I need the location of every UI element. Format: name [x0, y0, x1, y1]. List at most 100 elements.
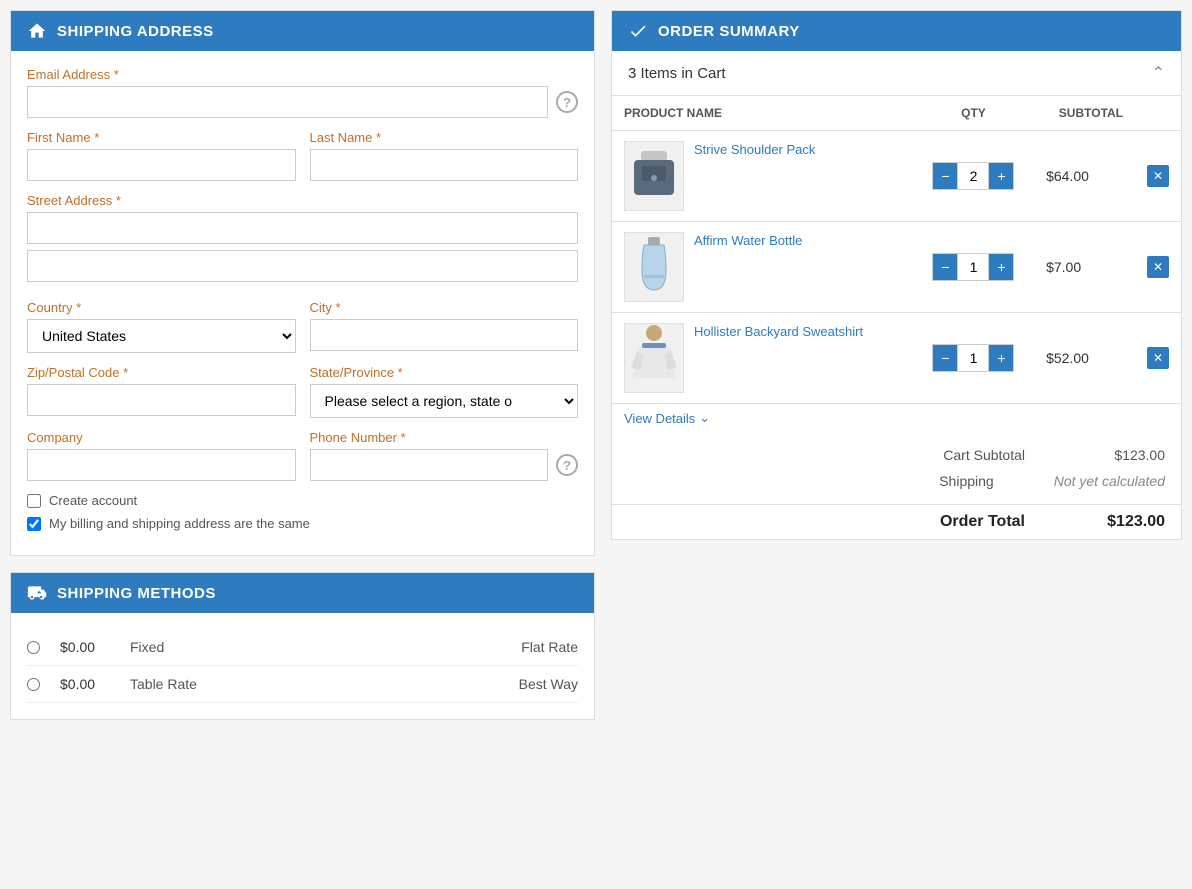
- qty-col-header: QTY: [913, 96, 1034, 131]
- street-address-label: Street Address *: [27, 193, 578, 208]
- truck-icon: [27, 583, 47, 603]
- water-bottle-img: [634, 235, 674, 300]
- cart-table: PRODUCT NAME QTY SUBTOTAL: [612, 96, 1181, 404]
- email-help-icon[interactable]: ?: [556, 91, 578, 113]
- subtotal-col-header: SUBTOTAL: [1034, 96, 1135, 131]
- collapse-icon[interactable]: ⌃: [1152, 63, 1165, 83]
- shipping-name-0: Flat Rate: [521, 639, 578, 655]
- zip-input[interactable]: [27, 384, 296, 416]
- product-name-link-0[interactable]: Strive Shoulder Pack: [694, 142, 815, 157]
- billing-shipping-row: My billing and shipping address are the …: [27, 516, 578, 531]
- company-label: Company: [27, 430, 296, 445]
- shipping-address-header: SHIPPING ADDRESS: [11, 11, 594, 51]
- qty-input-1[interactable]: [957, 254, 989, 280]
- product-image-1: [624, 232, 684, 302]
- city-input[interactable]: [310, 319, 579, 351]
- cart-subtotal-row: Cart Subtotal $123.00: [628, 442, 1165, 468]
- qty-increase-2[interactable]: +: [989, 345, 1013, 371]
- shipping-address-title: SHIPPING ADDRESS: [57, 23, 214, 40]
- product-name-col-header: PRODUCT NAME: [612, 96, 913, 131]
- shipping-row: Shipping Not yet calculated: [628, 468, 1165, 494]
- qty-control-1: − +: [932, 253, 1014, 281]
- shipping-methods-title: SHIPPING METHODS: [57, 585, 216, 602]
- shipping-method-radio-1[interactable]: [27, 678, 40, 691]
- table-row: Affirm Water Bottle − +: [612, 222, 1181, 313]
- company-input[interactable]: [27, 449, 296, 481]
- checkmark-icon: [628, 21, 648, 41]
- product-cell-1: Affirm Water Bottle: [624, 232, 901, 302]
- zip-label: Zip/Postal Code *: [27, 365, 296, 380]
- remove-item-0[interactable]: ✕: [1147, 165, 1169, 187]
- email-label: Email Address *: [27, 67, 578, 82]
- country-label: Country *: [27, 300, 296, 315]
- phone-help-icon[interactable]: ?: [556, 454, 578, 476]
- qty-increase-0[interactable]: +: [989, 163, 1013, 189]
- qty-control-2: − +: [932, 344, 1014, 372]
- first-name-label: First Name *: [27, 130, 296, 145]
- street-address-input-2[interactable]: [27, 250, 578, 282]
- table-row: Strive Shoulder Pack − +: [612, 131, 1181, 222]
- shipping-method-row-0: $0.00 Fixed Flat Rate: [27, 629, 578, 666]
- qty-cell-0: − +: [925, 162, 1022, 190]
- shipping-method-radio-0[interactable]: [27, 641, 40, 654]
- qty-decrease-2[interactable]: −: [933, 345, 957, 371]
- shipping-label: Shipping: [939, 473, 994, 489]
- city-label: City *: [310, 300, 579, 315]
- cart-subtotal-label: Cart Subtotal: [943, 447, 1025, 463]
- order-total-value: $123.00: [1085, 513, 1165, 531]
- order-summary-header: ORDER SUMMARY: [612, 11, 1181, 51]
- country-select[interactable]: United States Canada United Kingdom Aust…: [27, 319, 296, 353]
- remove-item-2[interactable]: ✕: [1147, 347, 1169, 369]
- cart-subtotal-value: $123.00: [1085, 447, 1165, 463]
- shipping-type-0: Fixed: [130, 639, 501, 655]
- chevron-down-icon: ⌄: [699, 410, 710, 426]
- first-name-input[interactable]: [27, 149, 296, 181]
- remove-item-1[interactable]: ✕: [1147, 256, 1169, 278]
- shipping-name-1: Best Way: [519, 676, 578, 692]
- totals-section: Cart Subtotal $123.00 Shipping Not yet c…: [612, 432, 1181, 504]
- order-total-label: Order Total: [940, 513, 1025, 531]
- order-total-row: Order Total $123.00: [612, 504, 1181, 539]
- view-details-link[interactable]: View Details ⌄: [612, 404, 722, 432]
- shipping-methods-header: SHIPPING METHODS: [11, 573, 594, 613]
- qty-input-2[interactable]: [957, 345, 989, 371]
- last-name-input[interactable]: [310, 149, 579, 181]
- billing-shipping-label: My billing and shipping address are the …: [49, 516, 310, 531]
- shipping-method-row-1: $0.00 Table Rate Best Way: [27, 666, 578, 703]
- state-select[interactable]: Please select a region, state o: [310, 384, 579, 418]
- billing-shipping-checkbox[interactable]: [27, 517, 41, 531]
- phone-label: Phone Number *: [310, 430, 579, 445]
- shipping-price-0: $0.00: [60, 639, 110, 655]
- qty-input-0[interactable]: [957, 163, 989, 189]
- subtotal-2: $52.00: [1034, 313, 1135, 404]
- qty-control-0: − +: [932, 162, 1014, 190]
- shipping-price-1: $0.00: [60, 676, 110, 692]
- table-row: Hollister Backyard Sweatshirt − +: [612, 313, 1181, 404]
- cart-count-row: 3 Items in Cart ⌃: [612, 51, 1181, 96]
- last-name-label: Last Name *: [310, 130, 579, 145]
- shipping-value: Not yet calculated: [1054, 473, 1165, 489]
- qty-cell-2: − +: [925, 344, 1022, 372]
- product-cell-2: Hollister Backyard Sweatshirt: [624, 323, 901, 393]
- product-image-2: [624, 323, 684, 393]
- qty-cell-1: − +: [925, 253, 1022, 281]
- product-name-link-2[interactable]: Hollister Backyard Sweatshirt: [694, 324, 863, 339]
- shipping-type-1: Table Rate: [130, 676, 499, 692]
- qty-decrease-1[interactable]: −: [933, 254, 957, 280]
- subtotal-0: $64.00: [1034, 131, 1135, 222]
- state-label: State/Province *: [310, 365, 579, 380]
- qty-increase-1[interactable]: +: [989, 254, 1013, 280]
- email-input[interactable]: [27, 86, 548, 118]
- product-name-link-1[interactable]: Affirm Water Bottle: [694, 233, 802, 248]
- qty-decrease-0[interactable]: −: [933, 163, 957, 189]
- home-icon: [27, 21, 47, 41]
- street-address-input-1[interactable]: [27, 212, 578, 244]
- product-image-0: [624, 141, 684, 211]
- cart-count-label: 3 Items in Cart: [628, 65, 726, 82]
- create-account-checkbox[interactable]: [27, 494, 41, 508]
- shoulder-bag-img: [629, 146, 679, 206]
- phone-input[interactable]: [310, 449, 549, 481]
- order-summary-title: ORDER SUMMARY: [658, 23, 800, 40]
- subtotal-1: $7.00: [1034, 222, 1135, 313]
- create-account-row: Create account: [27, 493, 578, 508]
